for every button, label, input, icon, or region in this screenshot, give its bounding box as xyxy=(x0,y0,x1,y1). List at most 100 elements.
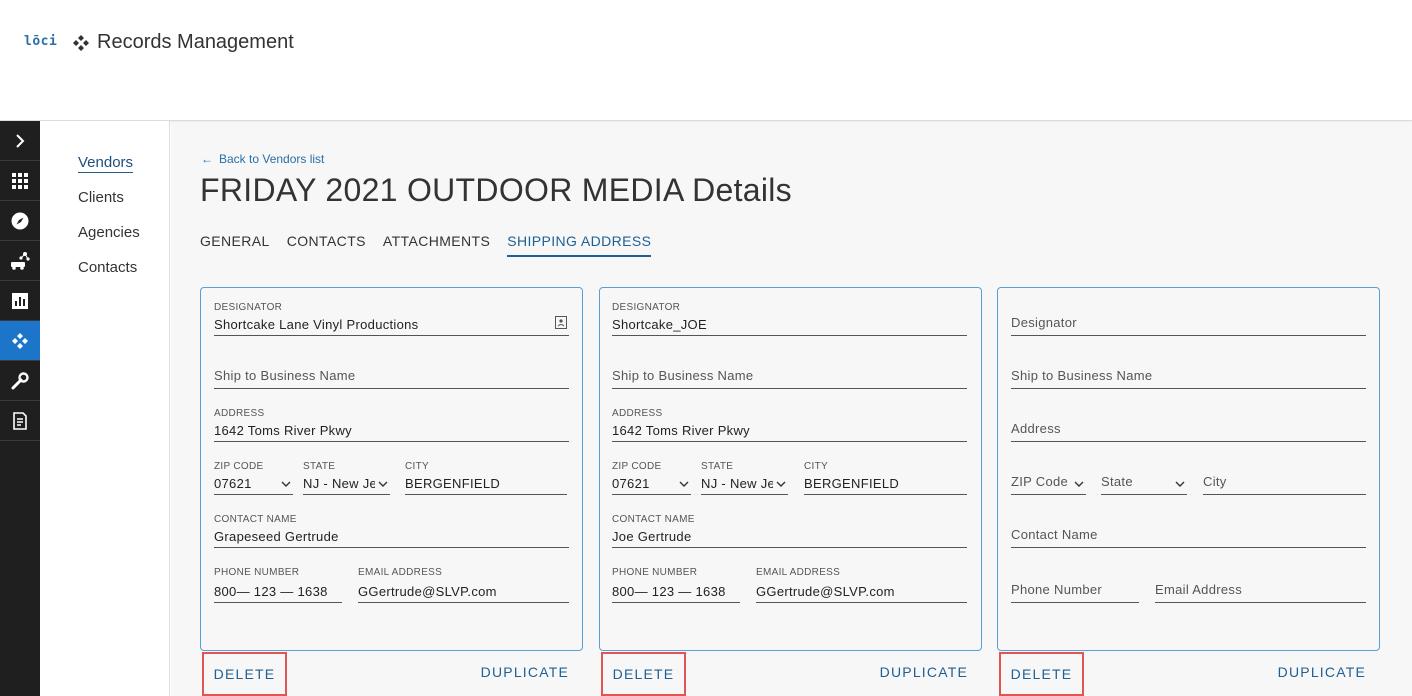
business-name-field[interactable]: Ship to Business Name xyxy=(612,358,967,389)
card-actions: DELETE DUPLICATE xyxy=(997,652,1380,696)
field-placeholder: City xyxy=(1203,474,1227,489)
phone-number-field[interactable]: Phone Number xyxy=(1011,567,1139,603)
field-label: CITY xyxy=(405,461,429,472)
rail-item-network[interactable] xyxy=(0,241,40,281)
detail-tabs: GENERAL CONTACTS ATTACHMENTS SHIPPING AD… xyxy=(200,233,668,257)
city-field[interactable]: City xyxy=(1203,461,1366,495)
vehicle-network-icon xyxy=(11,251,30,270)
email-address-field[interactable]: EMAIL ADDRESS GGertrude@SLVP.com xyxy=(358,567,569,603)
chevron-down-icon xyxy=(281,481,291,487)
delete-button[interactable]: DELETE xyxy=(202,652,287,696)
duplicate-button[interactable]: DUPLICATE xyxy=(481,664,569,680)
contact-book-icon[interactable] xyxy=(555,316,567,329)
field-label: ZIP CODE xyxy=(612,461,662,472)
city-field[interactable]: CITY BERGENFIELD xyxy=(405,461,567,495)
field-placeholder: Ship to Business Name xyxy=(1011,368,1153,383)
expand-rail-button[interactable] xyxy=(0,121,40,161)
duplicate-button[interactable]: DUPLICATE xyxy=(1278,664,1366,680)
field-label: ADDRESS xyxy=(612,408,663,419)
city-value: BERGENFIELD xyxy=(405,476,501,491)
address-value: 1642 Toms River Pkwy xyxy=(214,423,352,438)
rail-item-tools[interactable] xyxy=(0,361,40,401)
designator-value: Shortcake Lane Vinyl Productions xyxy=(214,317,419,332)
email-value: GGertrude@SLVP.com xyxy=(756,584,895,599)
field-placeholder: Contact Name xyxy=(1011,527,1098,542)
document-icon xyxy=(13,411,27,430)
card-actions: DELETE DUPLICATE xyxy=(200,652,583,696)
delete-button[interactable]: DELETE xyxy=(601,652,686,696)
phone-number-field[interactable]: PHONE NUMBER 800— 123 — 1638 xyxy=(612,567,740,603)
field-placeholder: Ship to Business Name xyxy=(612,368,754,383)
zip-value: 07621 xyxy=(612,476,650,491)
field-placeholder: Email Address xyxy=(1155,582,1242,597)
subnav-item-agencies[interactable]: Agencies xyxy=(78,224,140,241)
field-placeholder: Designator xyxy=(1011,315,1077,330)
email-address-field[interactable]: Email Address xyxy=(1155,567,1366,603)
tab-contacts[interactable]: CONTACTS xyxy=(287,233,366,257)
field-label: DESIGNATOR xyxy=(612,302,681,313)
shipping-address-card: DESIGNATOR Shortcake Lane Vinyl Producti… xyxy=(200,287,583,651)
chevron-down-icon xyxy=(776,481,786,487)
field-label: STATE xyxy=(701,461,734,472)
field-placeholder: Phone Number xyxy=(1011,582,1103,597)
designator-field[interactable]: DESIGNATOR Shortcake_JOE xyxy=(612,302,967,336)
back-link-label: Back to Vendors list xyxy=(219,152,325,166)
subnav-item-contacts[interactable]: Contacts xyxy=(78,259,137,276)
field-label: PHONE NUMBER xyxy=(612,567,698,578)
state-value: NJ - New Jersey xyxy=(303,476,375,491)
chevron-right-icon xyxy=(16,133,25,148)
designator-field[interactable]: Designator xyxy=(1011,302,1366,336)
rail-item-apps[interactable] xyxy=(0,161,40,201)
address-field[interactable]: ADDRESS 1642 Toms River Pkwy xyxy=(214,408,569,442)
arrow-left-icon: ← xyxy=(201,152,213,166)
business-name-field[interactable]: Ship to Business Name xyxy=(214,358,569,389)
back-to-vendors-link[interactable]: ← Back to Vendors list xyxy=(201,152,324,166)
subnav-item-clients[interactable]: Clients xyxy=(78,189,124,206)
rail-item-records[interactable] xyxy=(0,321,40,361)
address-field[interactable]: Address xyxy=(1011,408,1366,442)
rail-item-documents[interactable] xyxy=(0,401,40,441)
zip-code-select[interactable]: ZIP CODE 07621 xyxy=(612,461,691,495)
zip-value: 07621 xyxy=(214,476,252,491)
card-actions: DELETE DUPLICATE xyxy=(599,652,982,696)
tab-general[interactable]: GENERAL xyxy=(200,233,270,257)
rail-item-reports[interactable] xyxy=(0,281,40,321)
field-placeholder: Address xyxy=(1011,421,1061,436)
contact-name-field[interactable]: CONTACT NAME Grapeseed Gertrude xyxy=(214,514,569,548)
tab-attachments[interactable]: ATTACHMENTS xyxy=(383,233,490,257)
app-title: Records Management xyxy=(97,31,294,53)
designator-field[interactable]: DESIGNATOR Shortcake Lane Vinyl Producti… xyxy=(214,302,569,336)
chevron-down-icon xyxy=(1175,481,1185,487)
left-rail xyxy=(0,121,40,696)
business-name-field[interactable]: Ship to Business Name xyxy=(1011,358,1366,389)
zip-code-select[interactable]: ZIP CODE 07621 xyxy=(214,461,293,495)
duplicate-button[interactable]: DUPLICATE xyxy=(880,664,968,680)
delete-button[interactable]: DELETE xyxy=(999,652,1084,696)
main-content: ← Back to Vendors list FRIDAY 2021 OUTDOO… xyxy=(171,122,1412,696)
loci-logo[interactable]: lōci xyxy=(24,34,57,49)
wrench-icon xyxy=(11,371,29,389)
state-select[interactable]: STATE NJ - New Jersey xyxy=(303,461,390,495)
contact-name-value: Joe Gertrude xyxy=(612,529,692,544)
address-field[interactable]: ADDRESS 1642 Toms River Pkwy xyxy=(612,408,967,442)
state-select[interactable]: State xyxy=(1101,461,1187,495)
tab-shipping-address[interactable]: SHIPPING ADDRESS xyxy=(507,233,652,257)
field-label: CONTACT NAME xyxy=(214,514,297,525)
email-address-field[interactable]: EMAIL ADDRESS GGertrude@SLVP.com xyxy=(756,567,967,603)
contact-name-field[interactable]: Contact Name xyxy=(1011,514,1366,548)
zip-code-select[interactable]: ZIP Code xyxy=(1011,461,1086,495)
phone-number-field[interactable]: PHONE NUMBER 800— 123 — 1638 xyxy=(214,567,342,603)
page-title: FRIDAY 2021 OUTDOOR MEDIA Details xyxy=(200,172,792,208)
rail-item-explore[interactable] xyxy=(0,201,40,241)
phone-value: 800— 123 — 1638 xyxy=(612,584,726,599)
field-label: ADDRESS xyxy=(214,408,265,419)
city-field[interactable]: CITY BERGENFIELD xyxy=(804,461,967,495)
chevron-down-icon xyxy=(378,481,388,487)
state-select[interactable]: STATE NJ - New Jersey xyxy=(701,461,788,495)
grid-icon xyxy=(12,172,28,189)
field-label: PHONE NUMBER xyxy=(214,567,300,578)
subnav-item-vendors[interactable]: Vendors xyxy=(78,154,134,173)
designator-value: Shortcake_JOE xyxy=(612,317,707,332)
contact-name-field[interactable]: CONTACT NAME Joe Gertrude xyxy=(612,514,967,548)
new-shipping-address-card: Designator Ship to Business Name Address… xyxy=(997,287,1380,651)
